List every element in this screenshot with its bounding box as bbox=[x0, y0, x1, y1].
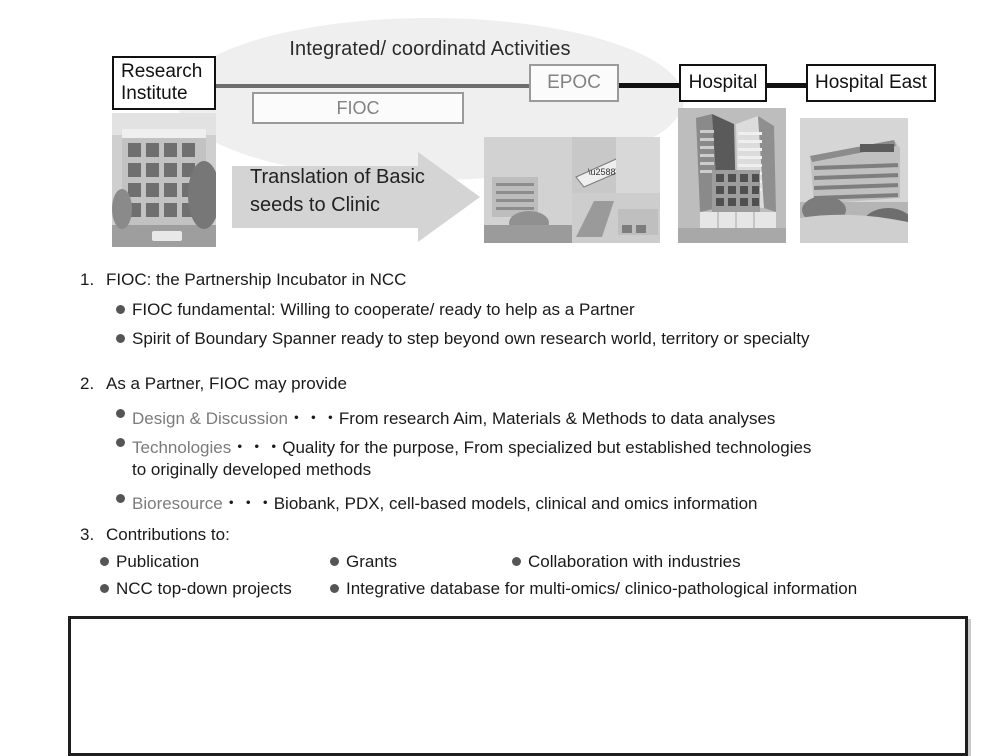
item-2-bullet-1-term: Design & Discussion bbox=[132, 409, 288, 428]
item-3-bullet-ncc-topdown: NCC top-down projects bbox=[100, 579, 292, 599]
hospital-east-node[interactable]: Hospital East bbox=[806, 64, 936, 102]
bullet-dot-icon bbox=[330, 584, 339, 593]
bullet-dot-icon bbox=[116, 334, 125, 343]
connector-research-to-epoc bbox=[212, 84, 532, 88]
bullet-dot-icon bbox=[100, 584, 109, 593]
item-3-bullet-grants: Grants bbox=[330, 552, 397, 572]
item-3-bullet-collaboration: Collaboration with industries bbox=[512, 552, 741, 572]
research-institute-node[interactable]: Research Institute bbox=[112, 56, 216, 110]
hospital-east-node-label: Hospital East bbox=[815, 72, 927, 93]
connector-epoc-to-hospital bbox=[616, 83, 682, 88]
east-hospital-collage-photo: \u2588\u2588\u2588\u2588 bbox=[484, 137, 660, 243]
research-institute-building-photo bbox=[112, 113, 216, 247]
hospital-node[interactable]: Hospital bbox=[679, 64, 767, 102]
item-1-bullet-2-text: Spirit of Boundary Spanner ready to step… bbox=[132, 329, 810, 348]
item-3-number: 3. bbox=[80, 525, 95, 544]
item-2-bullet-3-term: Bioresource bbox=[132, 494, 223, 513]
bullet-dot-icon bbox=[116, 438, 125, 447]
organization-diagram: Integrated/ coordinatd Activities FIOC R… bbox=[0, 0, 1008, 255]
bullet-dot-icon bbox=[116, 305, 125, 314]
item-2-bullet-2-text: ・・・Quality for the purpose, From special… bbox=[231, 438, 812, 457]
fioc-node[interactable]: FIOC bbox=[252, 92, 464, 124]
item-2-number: 2. bbox=[80, 374, 95, 393]
item-2-bullet-3: Bioresource・・・Biobank, PDX, cell-based m… bbox=[116, 489, 758, 514]
hospital-east-building-photo bbox=[800, 118, 908, 243]
bullet-dot-icon bbox=[100, 557, 109, 566]
item-2-bullet-3-text: ・・・Biobank, PDX, cell-based models, clin… bbox=[222, 494, 758, 513]
bullet-dot-icon bbox=[330, 557, 339, 566]
item-3-bullet-grants-text: Grants bbox=[346, 552, 398, 571]
item-2-bullet-1: Design & Discussion・・・From research Aim,… bbox=[116, 404, 775, 429]
activities-ellipse-label: Integrated/ coordinatd Activities bbox=[289, 38, 571, 60]
item-2-heading: As a Partner, FIOC may provide bbox=[106, 374, 347, 393]
item-3-bullet-collaboration-text: Collaboration with industries bbox=[528, 552, 741, 571]
item-1-bullet-2: Spirit of Boundary Spanner ready to step… bbox=[116, 329, 810, 349]
item-3-bullet-integrative-db-text: Integrative database for multi-omics/ cl… bbox=[346, 579, 858, 598]
item-1-number: 1. bbox=[80, 270, 95, 289]
research-institute-label-line1: Research bbox=[121, 61, 203, 83]
connector-hospital-to-hospital-east bbox=[764, 83, 809, 88]
item-2-box bbox=[68, 616, 968, 756]
fioc-node-label: FIOC bbox=[336, 97, 380, 118]
translation-arrow-label-line2: seeds to Clinic bbox=[250, 194, 381, 216]
item-3-bullet-ncc-topdown-text: NCC top-down projects bbox=[116, 579, 292, 598]
hospital-node-label: Hospital bbox=[688, 72, 758, 93]
epoc-node-label: EPOC bbox=[547, 72, 601, 93]
item-2-bullet-2-term: Technologies bbox=[132, 438, 232, 457]
bullet-dot-icon bbox=[512, 557, 521, 566]
item-3-bullet-publication: Publication bbox=[100, 552, 199, 572]
item-2-bullet-2: Technologies・・・Quality for the purpose, … bbox=[116, 433, 811, 458]
translation-arrow-label: Translation of Basic seeds to Clinic bbox=[250, 163, 450, 219]
item-2-bullet-2-wrap: to originally developed methods bbox=[132, 460, 372, 479]
central-hospital-building-photo bbox=[678, 108, 786, 243]
bullet-dot-icon bbox=[116, 409, 125, 418]
translation-arrow-label-line1: Translation of Basic bbox=[250, 166, 425, 188]
item-3-bullet-integrative-db: Integrative database for multi-omics/ cl… bbox=[330, 579, 857, 599]
item-2-bullet-1-text: ・・・From research Aim, Materials & Method… bbox=[287, 409, 776, 428]
item-1-bullet-1-text: FIOC fundamental: Willing to cooperate/ … bbox=[132, 300, 635, 319]
item-3-bullet-publication-text: Publication bbox=[116, 552, 200, 571]
item-3-heading: Contributions to: bbox=[106, 525, 230, 544]
item-1-bullet-1: FIOC fundamental: Willing to cooperate/ … bbox=[116, 300, 635, 320]
epoc-node[interactable]: EPOC bbox=[529, 64, 619, 102]
item-1-heading: FIOC: the Partnership Incubator in NCC bbox=[106, 270, 407, 289]
bullet-dot-icon bbox=[116, 494, 125, 503]
research-institute-label-line2: Institute bbox=[121, 83, 188, 104]
